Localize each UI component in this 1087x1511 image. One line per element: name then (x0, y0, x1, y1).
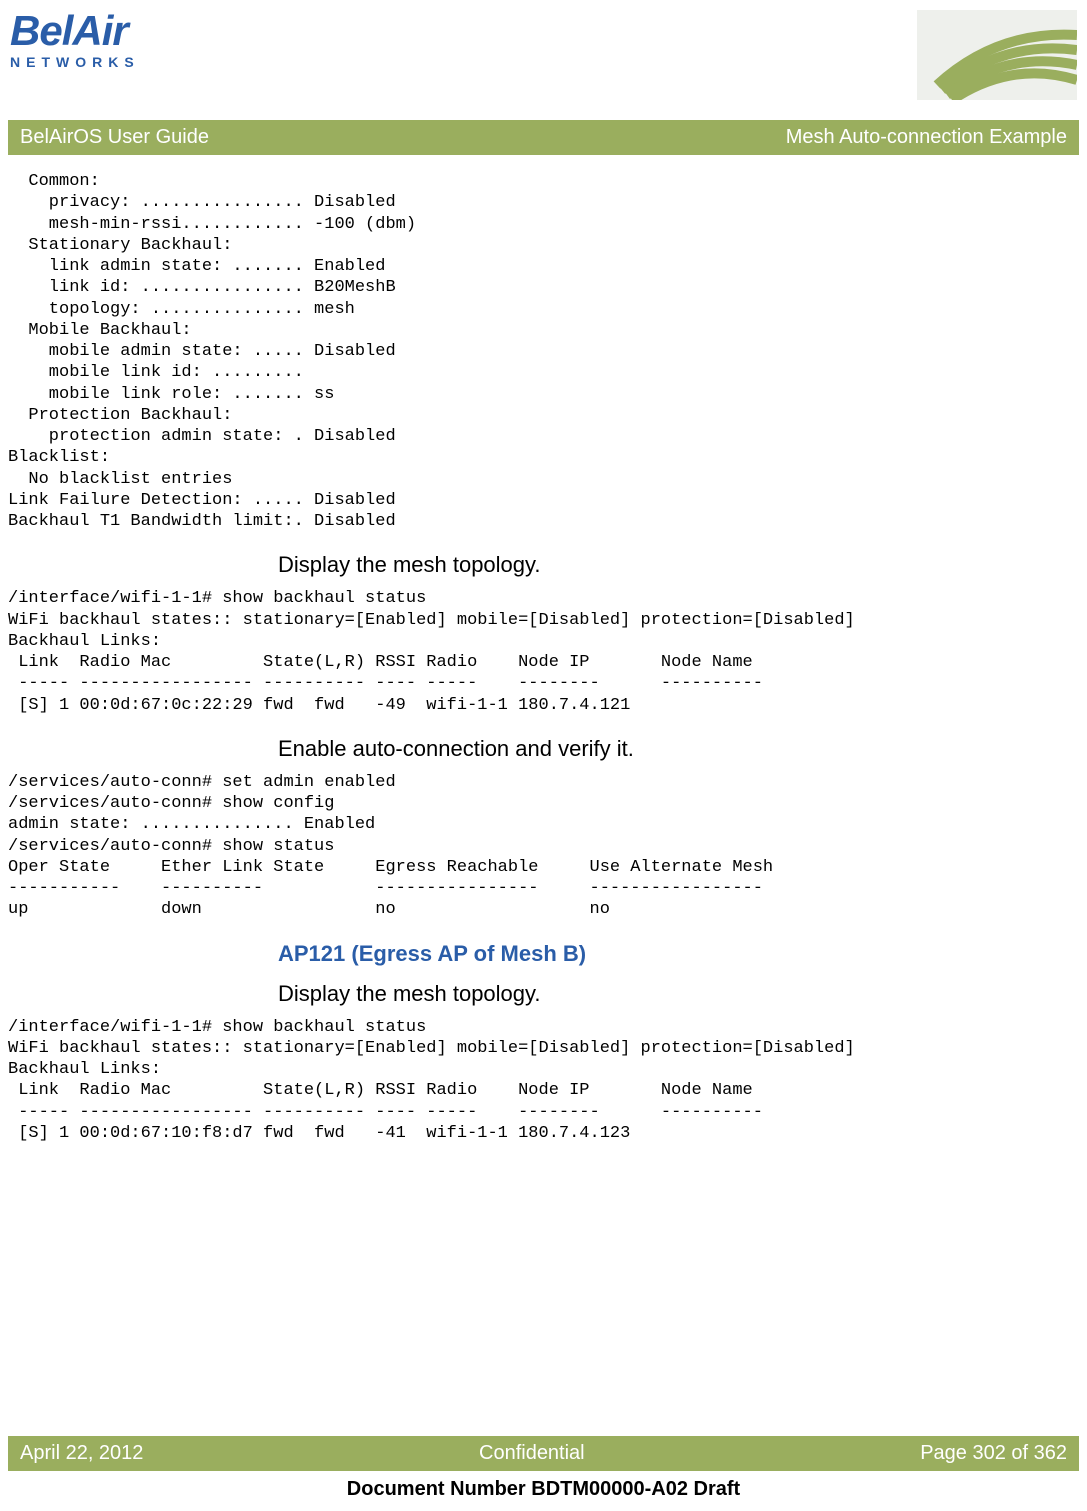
page-header: BelAir NETWORKS (0, 0, 1087, 100)
topology-block-2: /interface/wifi-1-1# show backhaul statu… (8, 1017, 1079, 1145)
footer-confidentiality: Confidential (479, 1442, 585, 1465)
section-title: Mesh Auto-connection Example (786, 126, 1067, 149)
heading-display-topology-1: Display the mesh topology. (278, 552, 1079, 578)
logo: BelAir NETWORKS (10, 10, 140, 70)
heading-enable-autoconn: Enable auto-connection and verify it. (278, 736, 1079, 762)
logo-text-bottom: NETWORKS (10, 54, 140, 70)
heading-ap121: AP121 (Egress AP of Mesh B) (278, 941, 1079, 967)
heading-display-topology-2: Display the mesh topology. (278, 981, 1079, 1007)
content-area: Common: privacy: ................ Disabl… (0, 155, 1087, 1144)
autoconn-block: /services/auto-conn# set admin enabled /… (8, 772, 1079, 921)
footer-date: April 22, 2012 (20, 1442, 143, 1465)
title-bar: BelAirOS User Guide Mesh Auto-connection… (8, 120, 1079, 155)
topology-block-1: /interface/wifi-1-1# show backhaul statu… (8, 588, 1079, 716)
wave-icon (917, 10, 1077, 100)
doc-number: Document Number BDTM00000-A02 Draft (0, 1478, 1087, 1501)
footer-bar: April 22, 2012 Confidential Page 302 of … (8, 1436, 1079, 1471)
config-block: Common: privacy: ................ Disabl… (8, 171, 1079, 532)
guide-title: BelAirOS User Guide (20, 126, 209, 149)
footer-page: Page 302 of 362 (920, 1442, 1067, 1465)
logo-text-top: BelAir (10, 10, 128, 52)
